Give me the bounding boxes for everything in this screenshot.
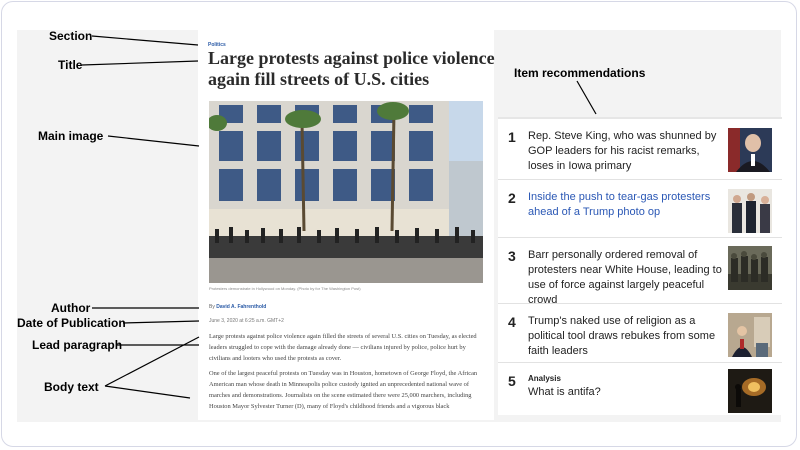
callout-line-body-b <box>104 385 191 399</box>
callout-line-main-image <box>107 135 200 147</box>
callout-line-date <box>122 320 200 324</box>
callout-lines <box>81 35 597 399</box>
callout-line-title <box>81 60 199 66</box>
callout-line-body-a <box>104 336 200 387</box>
callout-line-recommendations <box>576 80 597 115</box>
callout-line-section <box>91 35 199 46</box>
